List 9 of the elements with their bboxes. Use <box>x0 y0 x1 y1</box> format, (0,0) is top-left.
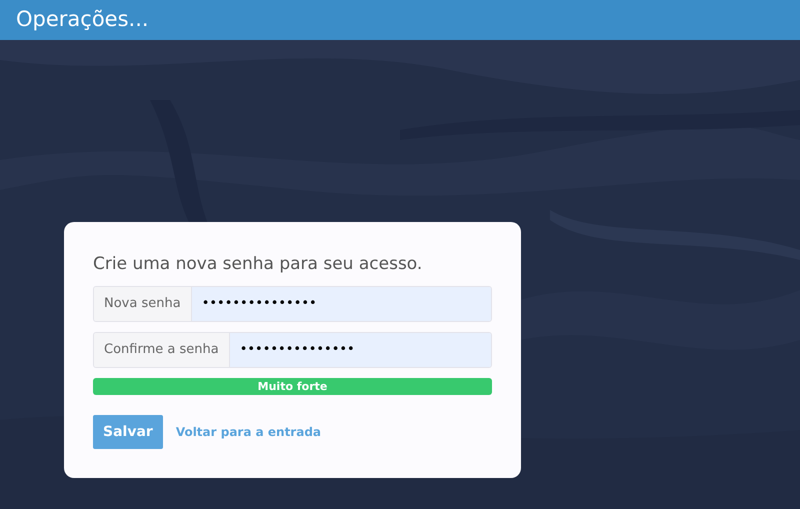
password-field[interactable]: Confirme a senha ••••••••••••••• <box>93 332 492 368</box>
app-title: Operações... <box>16 6 149 34</box>
password-input[interactable]: ••••••••••••••• <box>192 287 491 321</box>
field-label: Confirme a senha <box>94 333 230 367</box>
password-input[interactable]: ••••••••••••••• <box>230 333 491 367</box>
password-field[interactable]: Nova senha ••••••••••••••• <box>93 286 492 322</box>
strength-label: Muito forte <box>256 379 328 395</box>
form-heading: Crie uma nova senha para seu acesso. <box>93 253 424 276</box>
field-label: Nova senha <box>94 287 192 321</box>
